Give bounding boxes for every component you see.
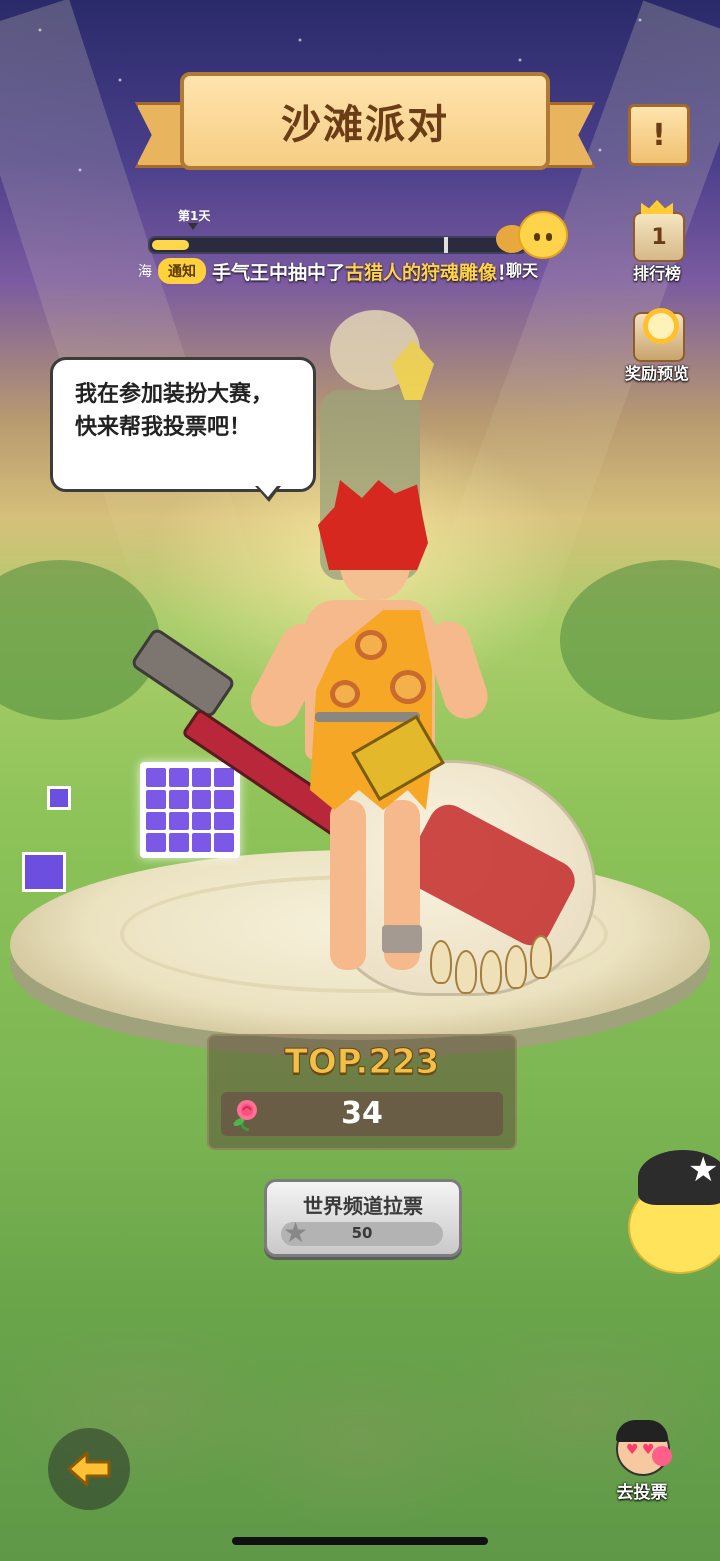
banner-scroll: 沙滩派对: [180, 72, 550, 170]
leg-wrap: [382, 925, 422, 953]
leaderboard-label: 排行榜: [632, 264, 681, 283]
purple-cube: [22, 852, 66, 892]
chat-label: 聊天: [506, 261, 539, 280]
event-title: 沙滩派对: [281, 102, 449, 148]
contest-rank: TOP.223: [284, 1042, 440, 1083]
speech-tail-fill: [258, 486, 277, 497]
speech-bubble: 我在参加装扮大赛，快来帮我投票吧！: [50, 357, 316, 492]
world-channel-vote-button[interactable]: 世界频道拉票 ★ 50: [264, 1179, 462, 1257]
notice-badge: 通知: [158, 258, 206, 284]
tunic-spot: [330, 680, 360, 708]
red-hair: [318, 480, 428, 570]
chat-face-icon: [518, 211, 568, 259]
club-head: [129, 626, 237, 720]
contest-score-panel: TOP.223 34: [207, 1034, 517, 1150]
stone-path: [0, 1260, 720, 1561]
heart-eye-icon: ♥: [626, 1442, 639, 1458]
votes-bar: 34: [221, 1092, 503, 1136]
game-scene: [0, 0, 720, 1561]
back-button[interactable]: [48, 1428, 130, 1510]
event-title-banner: 沙滩派对: [135, 72, 595, 172]
exclamation-icon: !: [652, 117, 666, 153]
go-vote-button[interactable]: ♥ ♥ 去投票: [604, 1420, 680, 1506]
player-character[interactable]: [129, 480, 630, 1000]
chat-eye: [546, 233, 552, 241]
axe-claw: [455, 950, 477, 994]
axe-claw: [530, 935, 552, 979]
purple-cube: [47, 786, 71, 810]
axe-claw: [430, 940, 452, 984]
axe-claw: [480, 950, 502, 994]
magnifier-icon: [643, 308, 679, 344]
info-button[interactable]: !: [628, 104, 690, 166]
reward-preview-label: 奖励预览: [624, 364, 689, 383]
speech-text: 我在参加装扮大赛，快来帮我投票吧！: [75, 382, 274, 440]
leaderboard-icon: 1: [633, 212, 685, 262]
chat-button[interactable]: 聊天: [496, 207, 576, 280]
star-icon: ★: [688, 1150, 719, 1190]
chat-eye: [534, 233, 540, 241]
day-label: 第1天: [178, 209, 211, 223]
left-leg: [330, 800, 366, 970]
notice-prefix: 海: [138, 264, 152, 280]
tunic-spot: [355, 630, 387, 660]
event-progress-fill: [152, 240, 189, 250]
tunic-spot: [390, 670, 426, 704]
world-channel-label: 世界频道拉票: [303, 1194, 423, 1218]
axe-claw: [505, 945, 527, 989]
chick-mascot[interactable]: ★: [618, 1140, 720, 1274]
day-marker-icon: [188, 223, 198, 230]
back-arrow-icon: [67, 1451, 111, 1487]
podium-number: 1: [651, 224, 667, 250]
cost-bar: ★ 50: [281, 1217, 443, 1249]
reward-preview-button[interactable]: 奖励预览: [617, 308, 697, 392]
go-vote-label: 去投票: [616, 1483, 668, 1503]
event-progress-bar: [148, 236, 527, 254]
cost-amount: 50: [351, 1224, 373, 1242]
progress-milestone: [444, 237, 448, 253]
votes-count: 34: [341, 1096, 383, 1131]
notice-item-name: 古猎人的狩魂雕像: [345, 261, 498, 284]
rose-icon: [652, 1446, 672, 1466]
voter-hair: [616, 1420, 668, 1442]
leaderboard-button[interactable]: 1 排行榜: [617, 200, 697, 292]
notice-text: 手气王中抽中了: [212, 261, 346, 284]
home-indicator[interactable]: [232, 1537, 488, 1545]
